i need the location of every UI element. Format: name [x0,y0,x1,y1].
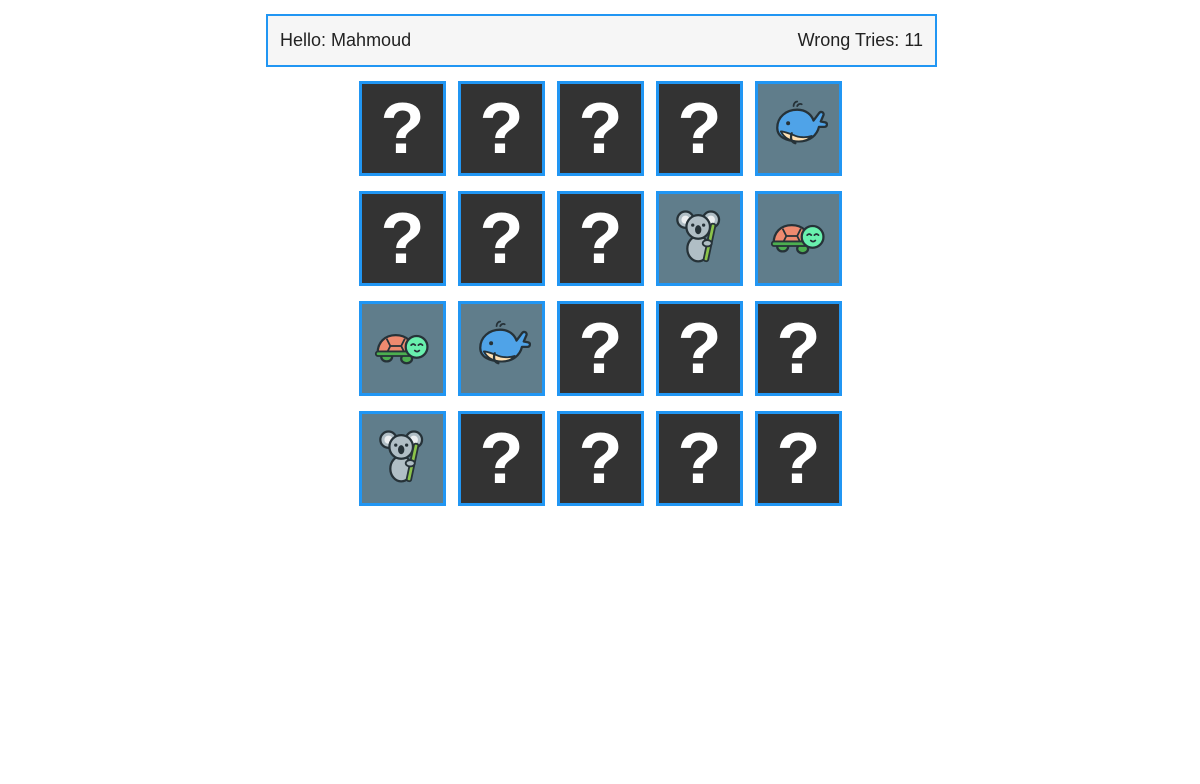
card-flipped-koala[interactable] [359,411,446,506]
question-mark-icon: ? [578,88,623,169]
card-hidden[interactable]: ? [656,411,743,506]
card-flipped-turtle[interactable] [359,301,446,396]
question-mark-icon: ? [380,88,425,169]
question-mark-icon: ? [677,418,722,499]
card-flipped-whale[interactable] [755,81,842,176]
question-mark-icon: ? [380,198,425,279]
card-hidden[interactable]: ? [755,411,842,506]
wrong-tries-counter: Wrong Tries: 11 [798,30,923,51]
info-bar: Hello: Mahmoud Wrong Tries: 11 [266,14,937,67]
card-hidden[interactable]: ? [458,81,545,176]
card-hidden[interactable]: ? [557,191,644,286]
koala-icon [671,207,729,270]
question-mark-icon: ? [578,308,623,389]
question-mark-icon: ? [776,308,821,389]
player-name: Mahmoud [331,30,412,50]
wrong-tries-value: 11 [904,30,923,50]
card-flipped-turtle[interactable] [755,191,842,286]
card-hidden[interactable]: ? [755,301,842,396]
wrong-tries-label: Wrong Tries: [797,30,900,50]
question-mark-icon: ? [479,88,524,169]
whale-icon [770,97,828,160]
question-mark-icon: ? [578,198,623,279]
question-mark-icon: ? [677,308,722,389]
card-hidden[interactable]: ? [656,81,743,176]
question-mark-icon: ? [677,88,722,169]
whale-icon [473,317,531,380]
greeting-label: Hello: [280,30,327,50]
player-greeting: Hello: Mahmoud [280,30,411,51]
memory-game-board: ???? ??? ? ? ? ? ? ? ? [359,81,842,506]
card-hidden[interactable]: ? [557,301,644,396]
card-hidden[interactable]: ? [656,301,743,396]
question-mark-icon: ? [479,198,524,279]
turtle-icon [770,207,828,270]
question-mark-icon: ? [776,418,821,499]
card-hidden[interactable]: ? [557,411,644,506]
question-mark-icon: ? [479,418,524,499]
card-flipped-koala[interactable] [656,191,743,286]
question-mark-icon: ? [578,418,623,499]
card-hidden[interactable]: ? [557,81,644,176]
card-hidden[interactable]: ? [359,191,446,286]
card-hidden[interactable]: ? [359,81,446,176]
turtle-icon [374,317,432,380]
card-flipped-whale[interactable] [458,301,545,396]
card-hidden[interactable]: ? [458,411,545,506]
card-hidden[interactable]: ? [458,191,545,286]
koala-icon [374,427,432,490]
